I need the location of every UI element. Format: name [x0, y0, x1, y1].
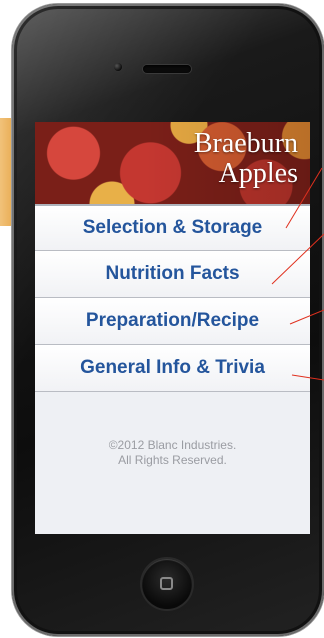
- copyright-footer: ©2012 Blanc Industries. All Rights Reser…: [35, 438, 310, 468]
- header-banner: Braeburn Apples: [35, 122, 310, 204]
- menu-item-nutrition-facts[interactable]: Nutrition Facts: [35, 251, 310, 298]
- copyright-line2: All Rights Reserved.: [118, 453, 227, 467]
- menu-item-preparation-recipe[interactable]: Preparation/Recipe: [35, 298, 310, 345]
- menu-item-label: Selection & Storage: [82, 217, 263, 238]
- home-button-icon[interactable]: [142, 559, 192, 609]
- menu-item-label: Preparation/Recipe: [85, 310, 260, 331]
- speaker-grille-icon: [143, 65, 191, 73]
- menu-item-label: General Info & Trivia: [80, 357, 265, 378]
- copyright-line1: ©2012 Blanc Industries.: [108, 438, 237, 452]
- home-square-icon: [160, 577, 173, 590]
- app-title-line1: Braeburn: [193, 128, 298, 159]
- menu-item-selection-storage[interactable]: Selection & Storage: [35, 204, 310, 251]
- menu-item-label: Nutrition Facts: [105, 263, 240, 284]
- menu-item-general-info-trivia[interactable]: General Info & Trivia: [35, 345, 310, 392]
- app-screen: Braeburn Apples Selection & Storage Nutr…: [35, 122, 310, 534]
- main-menu: Selection & Storage Nutrition Facts Prep…: [35, 204, 310, 392]
- app-title-line2: Apples: [218, 158, 298, 189]
- camera-icon: [114, 63, 122, 71]
